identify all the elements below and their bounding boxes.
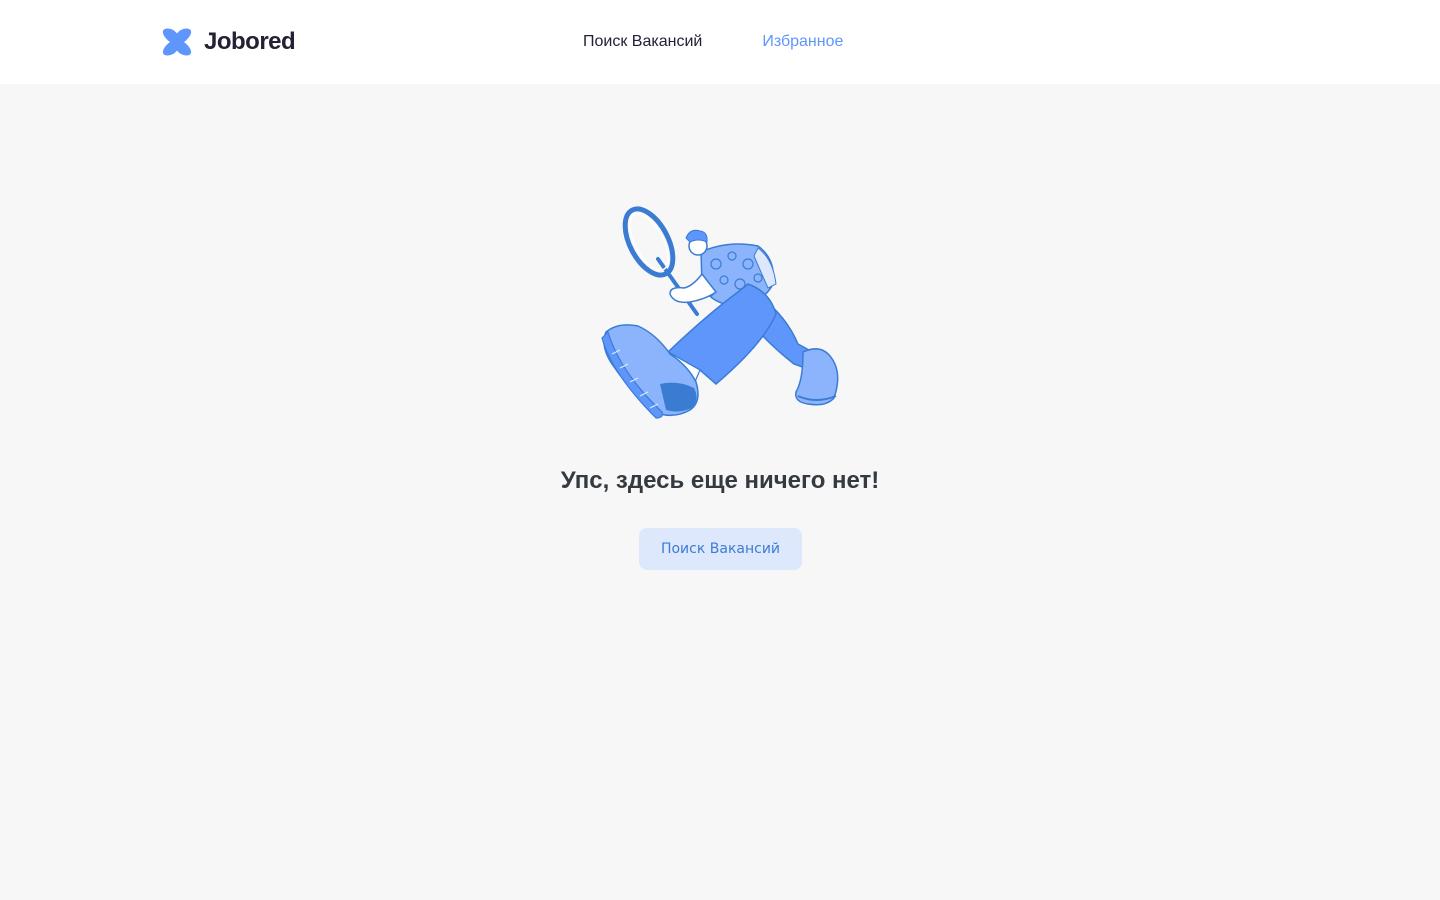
- app-header: Jobored Поиск Вакансий Избранное: [0, 0, 1440, 84]
- main-nav: Поиск Вакансий Избранное: [583, 31, 843, 53]
- nav-favorites[interactable]: Избранное: [762, 31, 843, 53]
- person-with-magnifying-glass-illustration: [601, 206, 839, 419]
- job-search-button[interactable]: Поиск Вакансий: [639, 528, 802, 570]
- empty-favorites-page: Упс, здесь еще ничего нет! Поиск Ваканси…: [0, 84, 1440, 900]
- jobored-logo-icon: [162, 28, 192, 56]
- logo-text: Jobored: [204, 28, 296, 55]
- empty-state-title: Упс, здесь еще ничего нет!: [560, 467, 880, 494]
- logo[interactable]: Jobored: [162, 26, 296, 58]
- nav-job-search[interactable]: Поиск Вакансий: [583, 31, 702, 53]
